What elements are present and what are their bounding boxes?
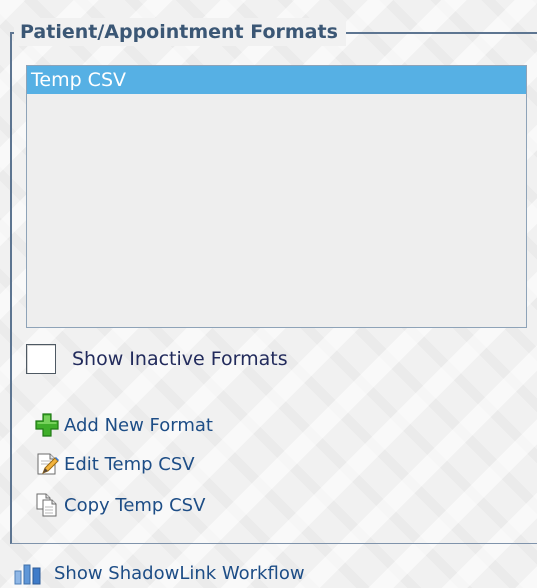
formats-listbox[interactable]: Temp CSV: [26, 65, 527, 328]
edit-format-label[interactable]: Edit Temp CSV: [64, 454, 195, 475]
edit-format-link[interactable]: Edit Temp CSV: [34, 449, 195, 479]
copy-format-link[interactable]: Copy Temp CSV: [34, 490, 205, 520]
show-inactive-row[interactable]: Show Inactive Formats: [26, 343, 288, 375]
show-workflow-link[interactable]: Show ShadowLink Workflow: [14, 558, 305, 588]
show-inactive-checkbox[interactable]: [26, 344, 56, 374]
copy-documents-icon: [34, 492, 60, 518]
copy-format-label[interactable]: Copy Temp CSV: [64, 495, 205, 516]
add-new-format-link[interactable]: Add New Format: [34, 410, 213, 440]
formats-legend: Patient/Appointment Formats: [14, 18, 346, 46]
show-inactive-label[interactable]: Show Inactive Formats: [72, 348, 288, 370]
edit-document-icon: [34, 451, 60, 477]
show-workflow-label[interactable]: Show ShadowLink Workflow: [54, 563, 305, 584]
green-plus-icon: [34, 412, 60, 438]
workflow-bars-icon: [14, 561, 42, 585]
list-item-selected[interactable]: Temp CSV: [27, 66, 526, 94]
add-new-format-label[interactable]: Add New Format: [64, 415, 213, 436]
